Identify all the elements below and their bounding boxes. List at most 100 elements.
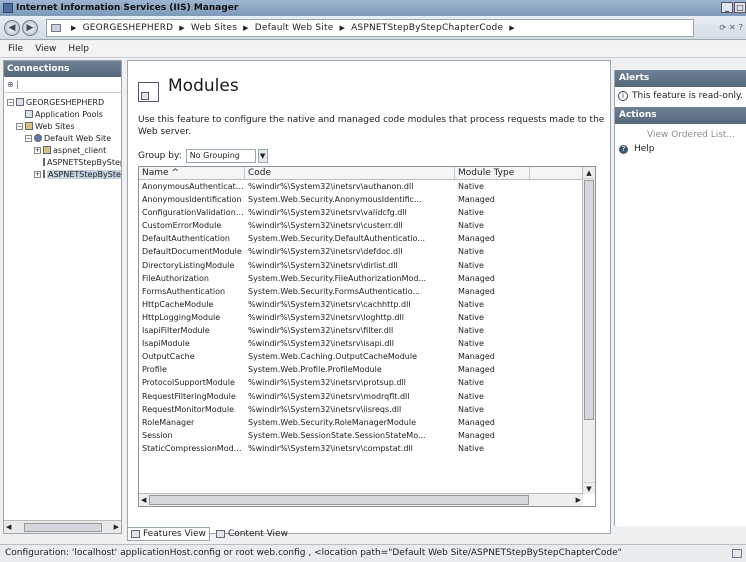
list-rows: AnonymousAuthenticatio... %windir%\System… [139,180,595,494]
table-row[interactable]: FileAuthorization System.Web.Security.Fil… [139,272,595,285]
forward-button[interactable]: ▶ [22,19,38,36]
cell-module-type: Managed [458,234,495,244]
iis-app-icon [3,3,13,13]
tree-item-server[interactable]: − GEORGESHEPHERD [4,96,121,108]
table-row[interactable]: HttpCacheModule %windir%\System32\inetsrv… [139,298,595,311]
scroll-thumb[interactable] [584,180,594,420]
table-row[interactable]: RoleManager System.Web.Security.RoleManag… [139,416,595,429]
table-row[interactable]: RequestMonitorModule %windir%\System32\in… [139,403,595,416]
list-horizontal-scrollbar[interactable]: ◀ ▶ [139,493,583,506]
cell-module-type: Native [458,378,484,388]
table-row[interactable]: ConfigurationValidationMo... %windir%\Sys… [139,206,595,219]
column-header-module-type[interactable]: Module Type [455,167,530,179]
collapse-icon[interactable]: − [25,134,32,142]
cell-module-type: Native [458,326,484,336]
table-row[interactable]: DefaultDocumentModule %windir%\System32\i… [139,245,595,258]
tree-item-aspnet-client[interactable]: + aspnet_client [4,144,121,156]
breadcrumb[interactable]: ▶ GEORGESHEPHERD ▶ Web Sites ▶ Default W… [46,18,694,37]
table-row[interactable]: OutputCache System.Web.Caching.OutputCach… [139,350,595,363]
help-toolbar-icon[interactable]: ? [739,23,743,32]
tree-item-label: aspnet_client [53,145,107,155]
menu-view[interactable]: View [35,44,56,54]
table-row[interactable]: IsapiModule %windir%\System32\inetsrv\isa… [139,337,595,350]
connections-horizontal-scrollbar[interactable]: ◀ ▶ [4,520,121,533]
help-label: Help [634,144,655,154]
cell-name: FormsAuthentication [142,286,226,296]
connections-tree: − GEORGESHEPHERD Application Pools − Web… [4,93,121,513]
content-view-label: Content View [227,529,288,539]
dropdown-arrow-icon[interactable]: ▼ [257,149,268,163]
table-row[interactable]: StaticCompressionModule %windir%\System32… [139,442,595,455]
breadcrumb-item-application[interactable]: ASPNETStepByStepChapterCode [351,23,503,33]
cell-code: System.Web.Security.FormsAuthenticatio..… [248,286,421,296]
collapse-icon[interactable]: − [16,122,23,130]
expand-icon[interactable]: + [34,170,41,178]
cell-name: Session [142,430,173,440]
table-row[interactable]: Profile System.Web.Profile.ProfileModule M… [139,363,595,376]
scroll-left-icon[interactable]: ◀ [141,496,146,504]
cell-code: System.Web.SessionState.SessionStateMo..… [248,430,426,440]
breadcrumb-item-default-web-site[interactable]: Default Web Site [255,23,334,33]
connections-toolbar: ⊕ | [4,77,121,93]
table-row[interactable]: AnonymousAuthenticatio... %windir%\System… [139,180,595,193]
menu-bar: File View Help [0,41,746,58]
table-row[interactable]: IsapiFilterModule %windir%\System32\inets… [139,324,595,337]
table-row[interactable]: CustomErrorModule %windir%\System32\inets… [139,219,595,232]
tree-item-application-pools[interactable]: Application Pools [4,108,121,120]
table-row[interactable]: FormsAuthentication System.Web.Security.F… [139,285,595,298]
table-row[interactable]: Session System.Web.SessionState.SessionSt… [139,429,595,442]
tree-item-default-web-site[interactable]: − Default Web Site [4,132,121,144]
column-header-name[interactable]: Name ^ [139,167,245,179]
content-view-tab[interactable]: Content View [212,527,292,541]
tree-item-web-sites[interactable]: − Web Sites [4,120,121,132]
view-ordered-list-link[interactable]: View Ordered List... [615,128,746,142]
connect-icon[interactable]: ⊕ | [7,80,19,89]
tree-item-aspnetstepbystepchaptercode[interactable]: + ASPNETStepByStepChapterCode [4,168,121,180]
application-icon [43,158,45,166]
chevron-right-icon: ▶ [339,23,346,32]
minimize-button[interactable]: _ [721,2,733,13]
scroll-down-icon[interactable]: ▼ [583,482,595,494]
scroll-thumb[interactable] [149,495,529,505]
table-row[interactable]: ProtocolSupportModule %windir%\System32\i… [139,376,595,389]
column-header-code[interactable]: Code [245,167,455,179]
scroll-up-icon[interactable]: ▲ [583,167,595,179]
table-row[interactable]: DefaultAuthentication System.Web.Security… [139,232,595,245]
tree-item-aspnetstepbystep[interactable]: ASPNETStepByStep [4,156,121,168]
cell-code: %windir%\System32\inetsrv\filter.dll [248,326,394,336]
sort-ascending-icon: ^ [171,168,179,178]
scroll-right-icon[interactable]: ▶ [576,496,581,504]
scroll-thumb[interactable] [23,522,102,532]
scroll-left-icon[interactable]: ◀ [6,523,11,531]
page-description: Use this feature to configure the native… [138,115,605,137]
scroll-right-icon[interactable]: ▶ [114,523,119,531]
help-link[interactable]: ? Help [615,142,746,156]
group-by-select[interactable]: No Grouping [185,149,256,163]
cell-name: AnonymousAuthenticatio... [142,182,245,191]
stop-icon[interactable]: ✕ [729,23,736,32]
features-view-tab[interactable]: Features View [127,527,210,541]
cell-code: System.Web.Security.RoleManagerModule [248,417,417,427]
table-row[interactable]: DirectoryListingModule %windir%\System32\… [139,259,595,272]
cell-code: %windir%\System32\inetsrv\dirlist.dll [248,260,398,270]
collapse-icon[interactable]: − [7,98,14,106]
refresh-icon[interactable]: ⟳ [719,23,726,32]
cell-code: %windir%\System32\inetsrv\isapi.dll [248,339,394,349]
table-row[interactable]: HttpLoggingModule %windir%\System32\inets… [139,311,595,324]
cell-code: %windir%\System32\inetsrv\cachhttp.dll [248,299,411,309]
table-row[interactable]: RequestFilteringModule %windir%\System32\… [139,390,595,403]
table-row[interactable]: AnonymousIdentification System.Web.Securi… [139,193,595,206]
list-vertical-scrollbar[interactable]: ▲ ▼ [582,167,595,494]
breadcrumb-item-server[interactable]: GEORGESHEPHERD [83,23,174,33]
features-view-label: Features View [143,529,206,539]
globe-icon [34,134,42,142]
alerts-header: Alerts [615,70,746,87]
menu-file[interactable]: File [8,44,23,54]
back-button[interactable]: ◀ [4,19,20,36]
breadcrumb-item-web-sites[interactable]: Web Sites [191,23,237,33]
cell-name: FileAuthorization [142,273,209,283]
maximize-button[interactable]: □ [734,2,746,13]
help-icon: ? [619,144,628,154]
menu-help[interactable]: Help [68,44,89,54]
expand-icon[interactable]: + [34,146,41,154]
